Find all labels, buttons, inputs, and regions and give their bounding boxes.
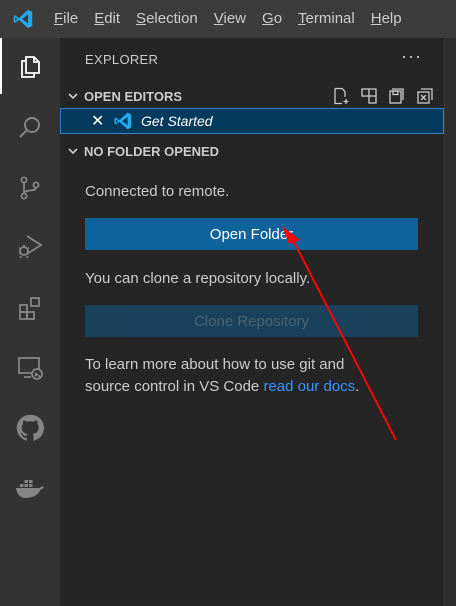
menu-selection[interactable]: Selection [128, 0, 206, 38]
menu-view[interactable]: View [206, 0, 254, 38]
toggle-vertical-layout-icon[interactable] [360, 87, 378, 105]
chevron-down-icon [60, 145, 84, 157]
chevron-down-icon [60, 90, 84, 102]
docker-icon[interactable] [0, 460, 60, 516]
close-editor-button[interactable]: ✕ [91, 111, 113, 131]
read-docs-link[interactable]: read our docs [263, 378, 355, 395]
sidebar-title: EXPLORER [85, 52, 159, 67]
more-actions-button[interactable]: ··· [401, 46, 422, 67]
no-folder-label: NO FOLDER OPENED [84, 143, 220, 159]
explorer-icon[interactable] [0, 38, 60, 94]
open-editor-label: Get Started [141, 113, 213, 129]
activity-bar [0, 38, 60, 606]
menu-help[interactable]: Help [363, 0, 410, 38]
menu-file[interactable]: File [46, 0, 86, 38]
no-folder-header[interactable]: NO FOLDER OPENED [60, 139, 444, 163]
github-icon[interactable] [0, 400, 60, 456]
save-all-icon[interactable] [388, 87, 406, 105]
new-untitled-file-icon[interactable] [332, 87, 350, 105]
connected-text: Connected to remote. [85, 183, 230, 200]
extensions-icon[interactable] [0, 280, 60, 336]
learn-more-suffix: . [355, 378, 360, 395]
open-editor-item[interactable]: ✕ Get Started [60, 108, 444, 134]
vscode-logo-icon [0, 0, 46, 38]
remote-explorer-icon[interactable] [0, 340, 60, 396]
run-debug-icon[interactable] [0, 218, 60, 274]
vscode-file-icon [113, 111, 135, 131]
open-editors-label: OPEN EDITORS [84, 88, 183, 104]
open-editors-header[interactable]: OPEN EDITORS [60, 84, 444, 108]
source-control-icon[interactable] [0, 160, 60, 216]
learn-more-text: To learn more about how to use git and s… [85, 354, 385, 398]
menu-go[interactable]: Go [254, 0, 290, 38]
menu-terminal[interactable]: Terminal [290, 0, 363, 38]
open-editors-actions [332, 84, 434, 108]
clone-repository-button[interactable]: Clone Repository [85, 305, 418, 337]
open-folder-button[interactable]: Open Folder [85, 218, 418, 250]
clone-text: You can clone a repository locally. [85, 270, 311, 287]
explorer-sidebar: EXPLORER ··· OPEN EDITORS ✕ Get Started … [60, 38, 444, 606]
search-icon[interactable] [0, 100, 60, 156]
close-all-editors-icon[interactable] [416, 87, 434, 105]
menu-bar: File Edit Selection View Go Terminal Hel… [0, 0, 456, 38]
menu-edit[interactable]: Edit [86, 0, 128, 38]
sidebar-scrollbar[interactable] [444, 38, 456, 606]
